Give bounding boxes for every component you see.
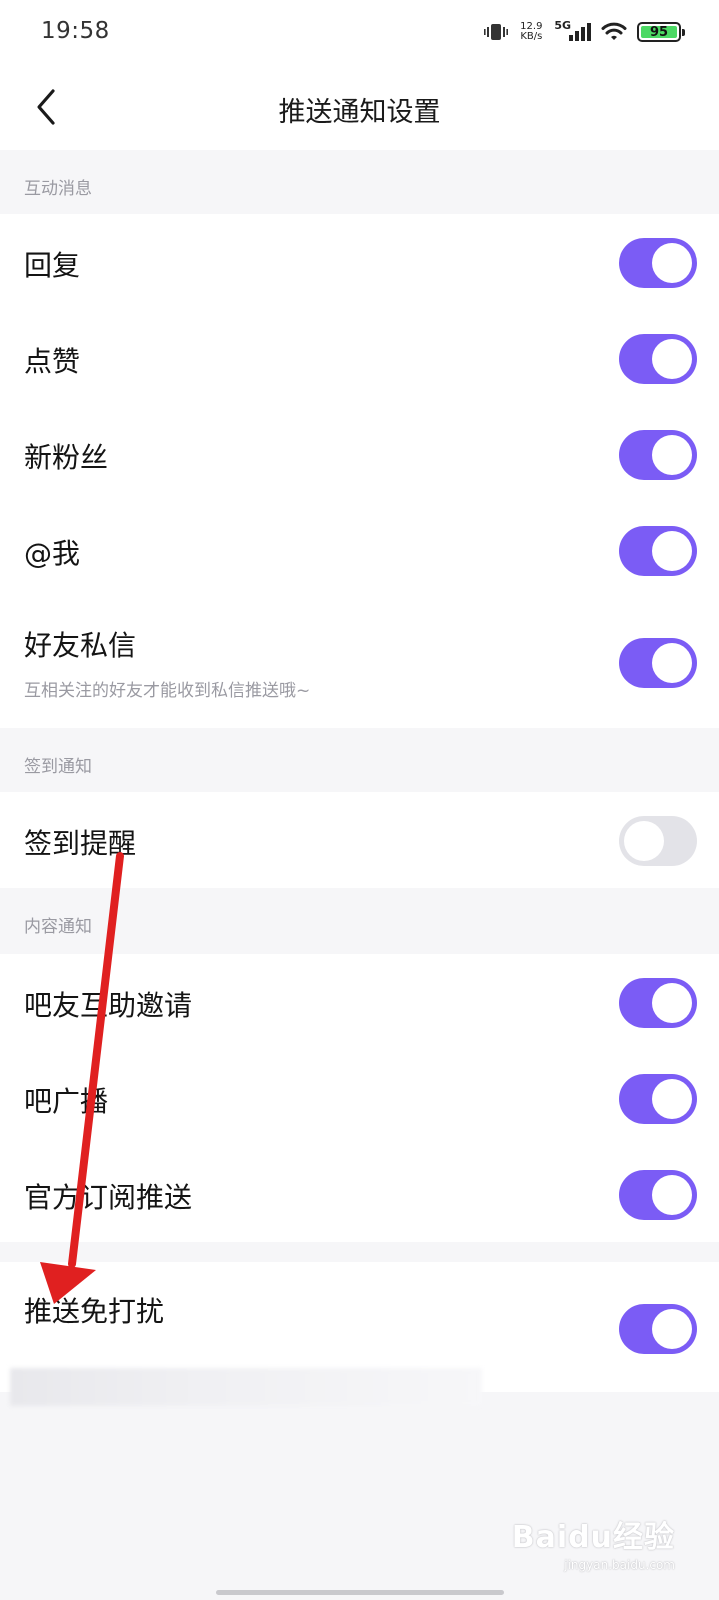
toggle-knob [652, 1079, 692, 1119]
setting-label: @我 [24, 537, 81, 570]
toggle-checkin-reminder[interactable] [619, 816, 697, 866]
cellular-signal: 5G [554, 19, 591, 41]
signal-bars-icon [569, 23, 591, 41]
network-speed: 12.9 KB/s [518, 22, 544, 42]
battery-icon: 95 [637, 22, 685, 42]
nav-bar: 推送通知设置 [0, 64, 719, 150]
toggle-knob [652, 339, 692, 379]
signal-label: 5G [554, 18, 571, 32]
toggle-official-subscription[interactable] [619, 1170, 697, 1220]
toggle-broadcast[interactable] [619, 1074, 697, 1124]
settings-group-checkin: 签到提醒 [0, 792, 719, 888]
toggle-mention[interactable] [619, 526, 697, 576]
setting-row-mention: @我 [0, 502, 719, 598]
redacted-subtitle [10, 1368, 482, 1406]
status-icons: 12.9 KB/s 5G 95 [484, 18, 685, 46]
section-header-label: 互动消息 [24, 179, 92, 199]
section-header-checkin: 签到通知 [0, 728, 719, 792]
toggle-like[interactable] [619, 334, 697, 384]
section-header-label: 签到通知 [24, 757, 92, 777]
setting-label: 签到提醒 [24, 827, 137, 860]
setting-row-checkin-reminder: 签到提醒 [0, 792, 719, 888]
toggle-push-dnd[interactable] [619, 1304, 697, 1354]
setting-label: 吧友互助邀请 [24, 989, 193, 1022]
setting-label: 推送免打扰 [24, 1295, 165, 1328]
toggle-mutual-help[interactable] [619, 978, 697, 1028]
setting-label: 好友私信 [24, 629, 137, 662]
toggle-knob [652, 243, 692, 283]
setting-label: 官方订阅推送 [24, 1181, 193, 1214]
network-speed-unit: KB/s [520, 31, 543, 42]
battery-level: 95 [641, 26, 677, 39]
section-header-interaction: 互动消息 [0, 150, 719, 214]
toggle-knob [624, 821, 664, 861]
section-header-label: 内容通知 [24, 917, 92, 937]
watermark-logo: Baidu经验 [511, 1520, 675, 1555]
settings-group-interaction: 回复 点赞 新粉丝 @我 好友私信 互相关注的好友才能收到私信推送哦~ [0, 214, 719, 728]
setting-label: 吧广播 [24, 1085, 109, 1118]
setting-label: 新粉丝 [24, 441, 109, 474]
toggle-knob [652, 643, 692, 683]
vibrate-icon [484, 22, 509, 42]
toggle-knob [652, 983, 692, 1023]
setting-row-official-subscription: 官方订阅推送 [0, 1146, 719, 1242]
toggle-knob [652, 531, 692, 571]
setting-row-reply: 回复 [0, 214, 719, 310]
setting-row-mutual-help: 吧友互助邀请 [0, 954, 719, 1050]
watermark: Baidu经验 jingyan.baidu.com [512, 1512, 675, 1572]
setting-row-like: 点赞 [0, 310, 719, 406]
setting-subtitle: 互相关注的好友才能收到私信推送哦~ [24, 681, 311, 701]
setting-label: 点赞 [24, 345, 81, 378]
wifi-icon [601, 22, 627, 42]
toggle-knob [652, 435, 692, 475]
settings-group-content: 吧友互助邀请 吧广播 官方订阅推送 [0, 954, 719, 1242]
toggle-private-message[interactable] [619, 638, 697, 688]
status-bar: 19:58 12.9 KB/s 5G 95 [0, 0, 719, 64]
setting-row-broadcast: 吧广播 [0, 1050, 719, 1146]
status-time: 19:58 [41, 18, 110, 44]
setting-label: 回复 [24, 249, 81, 282]
setting-row-new-fans: 新粉丝 [0, 406, 719, 502]
page-title: 推送通知设置 [278, 97, 441, 128]
watermark-url: jingyan.baidu.com [564, 1558, 675, 1572]
toggle-knob [652, 1309, 692, 1349]
section-header-content: 内容通知 [0, 888, 719, 954]
toggle-reply[interactable] [619, 238, 697, 288]
toggle-new-fans[interactable] [619, 430, 697, 480]
setting-row-private-message: 好友私信 互相关注的好友才能收到私信推送哦~ [0, 598, 719, 728]
toggle-knob [652, 1175, 692, 1215]
home-indicator[interactable] [216, 1590, 504, 1595]
